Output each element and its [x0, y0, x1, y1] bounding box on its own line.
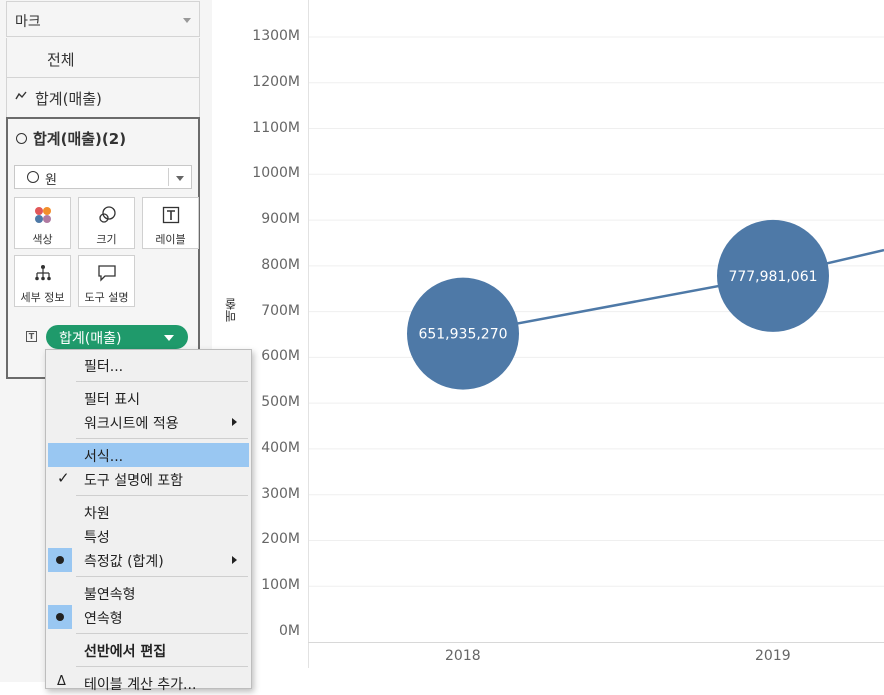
menu-separator	[76, 381, 248, 382]
menu-item-show-filter[interactable]: 필터 표시	[48, 386, 249, 410]
menu-item-label: 특성	[84, 530, 110, 546]
checkmark-icon: ✓	[57, 469, 70, 487]
menu-item-label: 서식...	[84, 449, 124, 465]
menu-item-filter[interactable]: 필터...	[48, 353, 249, 377]
menu-item-discrete[interactable]: 불연속형	[48, 581, 249, 605]
data-label: 651,935,270	[418, 327, 507, 343]
submenu-arrow-icon	[232, 418, 237, 426]
menu-item-label: 차원	[84, 506, 110, 522]
menu-item-label: 선반에서 편집	[84, 644, 167, 660]
data-label: 777,981,061	[728, 269, 817, 285]
menu-item-label: 도구 설명에 포함	[84, 473, 184, 489]
menu-item-label: 테이블 계산 추가...	[84, 677, 197, 693]
menu-item-label: 불연속형	[84, 587, 136, 603]
menu-item-dimension[interactable]: 차원	[48, 500, 249, 524]
menu-item-label: 워크시트에 적용	[84, 416, 179, 432]
menu-separator	[76, 495, 248, 496]
radio-selected-icon	[48, 605, 72, 629]
menu-separator	[76, 438, 248, 439]
menu-item-measure-sum[interactable]: 측정값 (합계)	[48, 548, 249, 572]
radio-selected-icon	[48, 548, 72, 572]
menu-item-label: 연속형	[84, 611, 123, 627]
menu-item-format[interactable]: 서식...	[48, 443, 249, 467]
menu-item-label: 필터...	[84, 359, 124, 375]
menu-separator	[76, 666, 248, 667]
menu-item-include-tooltip[interactable]: ✓ 도구 설명에 포함	[48, 467, 249, 491]
menu-item-label: 측정값 (합계)	[84, 554, 164, 570]
menu-item-add-table-calc[interactable]: Δ 테이블 계산 추가...	[48, 671, 249, 695]
context-menu: 필터... 필터 표시 워크시트에 적용 서식... ✓ 도구 설명에 포함 차…	[45, 349, 252, 693]
menu-item-label: 필터 표시	[84, 392, 140, 408]
menu-item-apply-worksheets[interactable]: 워크시트에 적용	[48, 410, 249, 434]
submenu-arrow-icon	[232, 556, 237, 564]
menu-separator	[76, 576, 248, 577]
menu-separator	[76, 633, 248, 634]
menu-item-edit-in-shelf[interactable]: 선반에서 편집	[48, 638, 249, 662]
menu-item-continuous[interactable]: 연속형	[48, 605, 249, 629]
menu-item-attribute[interactable]: 특성	[48, 524, 249, 548]
